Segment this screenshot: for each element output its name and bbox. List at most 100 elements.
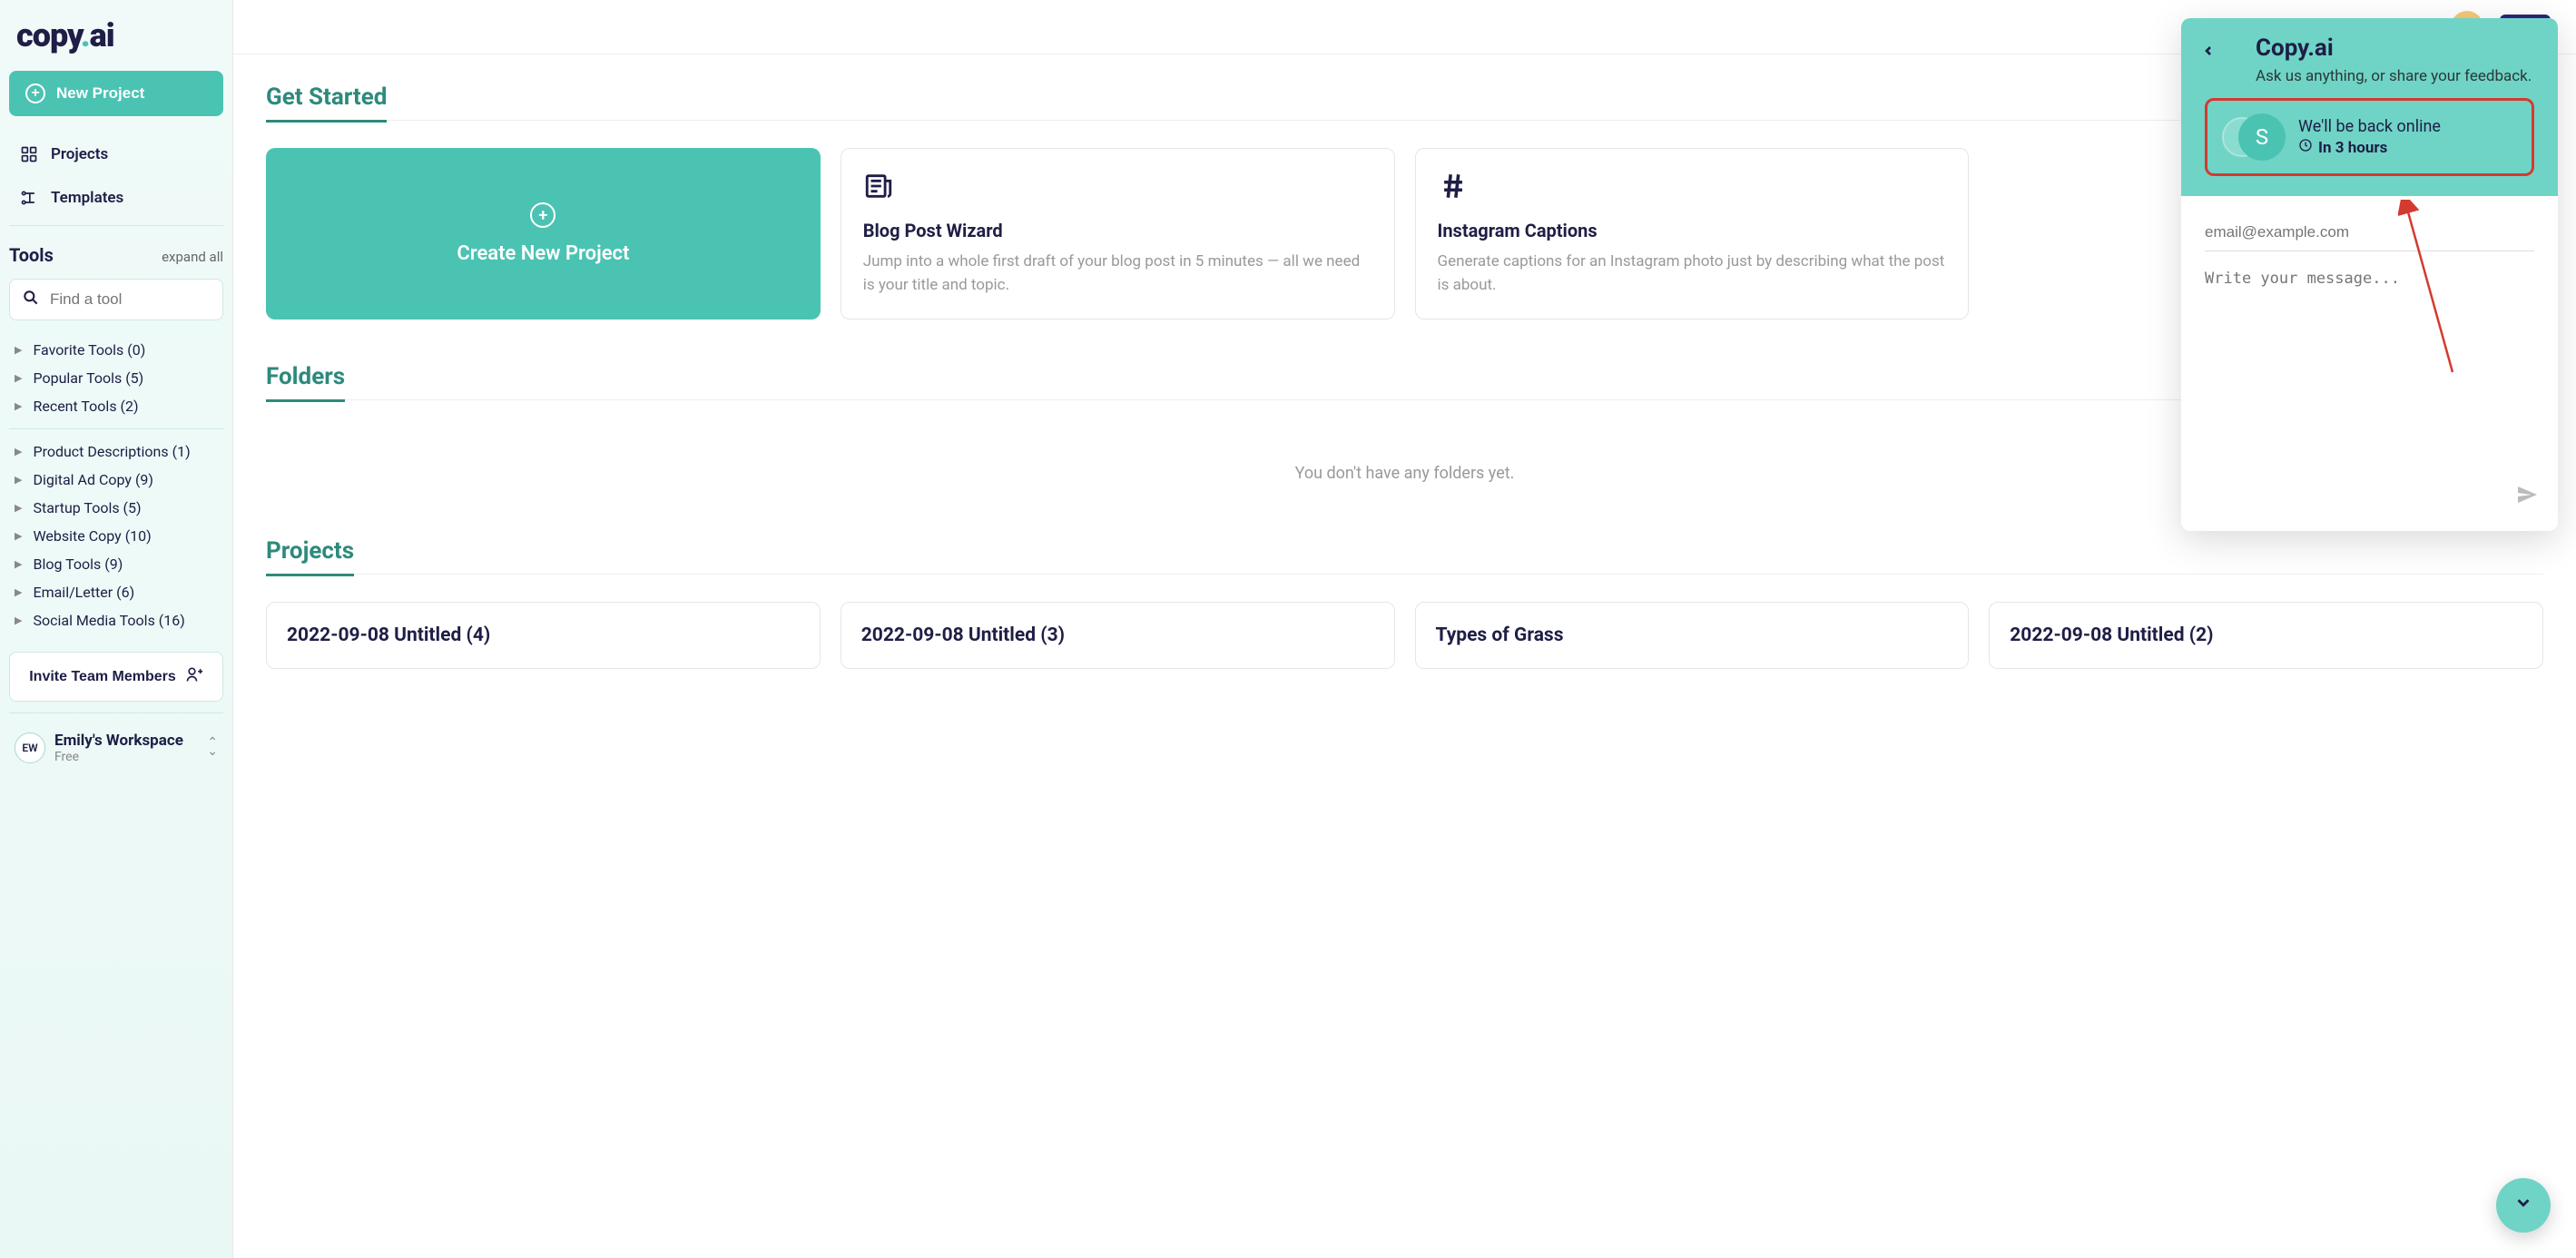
chat-agent-avatar: S <box>2222 113 2282 161</box>
invite-button[interactable]: Invite Team Members <box>9 652 223 702</box>
project-title: 2022-09-08 Untitled (3) <box>861 624 1065 646</box>
chat-fab[interactable] <box>2496 1178 2551 1233</box>
caret-icon: ▶ <box>15 502 22 514</box>
chat-email-input[interactable] <box>2205 214 2534 251</box>
get-started-heading: Get Started <box>266 84 387 123</box>
chat-status-box: S We'll be back online In 3 hours <box>2205 98 2534 176</box>
tool-groups: ▶ Favorite Tools (0) ▶ Popular Tools (5) ▶… <box>9 333 223 423</box>
card-title: Instagram Captions <box>1438 220 1947 241</box>
caret-icon: ▶ <box>15 586 22 598</box>
tool-group-label: Recent Tools (2) <box>33 398 138 415</box>
brand-dot: . <box>81 16 90 54</box>
tool-group-label: Favorite Tools (0) <box>33 341 145 359</box>
chat-message-input[interactable] <box>2205 264 2534 509</box>
tool-cat-blog[interactable]: ▶ Blog Tools (9) <box>9 551 223 577</box>
search-wrap <box>9 279 223 320</box>
tool-cat-ad[interactable]: ▶ Digital Ad Copy (9) <box>9 467 223 493</box>
card-blog-wizard[interactable]: Blog Post Wizard Jump into a whole first… <box>841 148 1395 319</box>
tools-header: Tools expand all <box>9 231 223 271</box>
new-project-label: New Project <box>56 84 144 103</box>
nav-projects[interactable]: Projects <box>9 133 223 176</box>
folders-heading: Folders <box>266 363 345 402</box>
search-icon <box>22 289 40 310</box>
card-title: Blog Post Wizard <box>863 220 1372 241</box>
chat-title: Copy.ai <box>2256 34 2534 62</box>
updown-chevron-icon: ⌃⌄ <box>207 739 218 757</box>
search-input[interactable] <box>9 279 223 320</box>
project-card[interactable]: 2022-09-08 Untitled (3) <box>841 602 1395 669</box>
project-title: Types of Grass <box>1436 624 1564 646</box>
project-card[interactable]: 2022-09-08 Untitled (2) <box>1989 602 2543 669</box>
caret-icon: ▶ <box>15 474 22 486</box>
caret-icon: ▶ <box>15 558 22 570</box>
brand-text-b: ai <box>90 16 114 54</box>
tool-cat-label: Startup Tools (5) <box>33 499 141 516</box>
tool-cat-website[interactable]: ▶ Website Copy (10) <box>9 523 223 549</box>
tool-group-popular[interactable]: ▶ Popular Tools (5) <box>9 365 223 391</box>
chat-status-text: We'll be back online <box>2298 117 2517 136</box>
card-instagram-captions[interactable]: Instagram Captions Generate captions for… <box>1415 148 1970 319</box>
grid-icon <box>20 145 38 163</box>
brand-logo: copy.ai <box>9 16 223 65</box>
invite-label: Invite Team Members <box>29 669 176 685</box>
send-icon[interactable] <box>2516 484 2538 511</box>
expand-all-link[interactable]: expand all <box>162 249 223 265</box>
tool-cat-label: Product Descriptions (1) <box>33 443 190 460</box>
tool-group-label: Popular Tools (5) <box>33 369 143 387</box>
brand-text-a: copy <box>16 16 81 54</box>
caret-icon: ▶ <box>15 614 22 626</box>
tool-cat-email[interactable]: ▶ Email/Letter (6) <box>9 579 223 605</box>
workspace-switcher[interactable]: EW Emily's Workspace Free ⌃⌄ <box>9 719 223 770</box>
tool-cat-label: Email/Letter (6) <box>33 584 134 601</box>
project-card[interactable]: 2022-09-08 Untitled (4) <box>266 602 821 669</box>
chat-agent-initial: S <box>2238 113 2286 161</box>
caret-icon: ▶ <box>15 400 22 412</box>
nav-templates[interactable]: Templates <box>9 176 223 220</box>
tool-cat-label: Website Copy (10) <box>33 527 151 545</box>
plus-circle-icon: + <box>25 84 45 103</box>
project-title: 2022-09-08 Untitled (2) <box>2010 624 2213 646</box>
tool-categories: ▶ Product Descriptions (1) ▶ Digital Ad Co… <box>9 435 223 637</box>
project-card[interactable]: Types of Grass <box>1415 602 1970 669</box>
caret-icon: ▶ <box>15 344 22 356</box>
workspace-avatar: EW <box>15 732 45 763</box>
sidebar: copy.ai + New Project Projects Templates… <box>0 0 233 1258</box>
chat-widget: Copy.ai Ask us anything, or share your f… <box>2181 18 2558 531</box>
section-rule <box>266 574 2543 575</box>
hash-icon <box>1438 171 1947 209</box>
workspace-name: Emily's Workspace <box>54 732 198 750</box>
new-project-button[interactable]: + New Project <box>9 71 223 116</box>
tools-title: Tools <box>9 244 54 266</box>
chat-subtitle: Ask us anything, or share your feedback. <box>2256 67 2534 85</box>
project-title: 2022-09-08 Untitled (4) <box>287 624 490 646</box>
clock-icon <box>2298 138 2313 157</box>
tool-cat-social[interactable]: ▶ Social Media Tools (16) <box>9 607 223 634</box>
create-project-label: Create New Project <box>457 242 629 265</box>
chevron-down-icon <box>2513 1193 2533 1218</box>
divider <box>9 428 223 429</box>
tool-cat-label: Blog Tools (9) <box>33 555 123 573</box>
create-project-card[interactable]: + Create New Project <box>266 148 821 319</box>
tool-group-recent[interactable]: ▶ Recent Tools (2) <box>9 393 223 419</box>
tool-group-favorite[interactable]: ▶ Favorite Tools (0) <box>9 337 223 363</box>
divider <box>9 225 223 226</box>
nav-projects-label: Projects <box>51 145 108 163</box>
caret-icon: ▶ <box>15 446 22 457</box>
chat-header: Copy.ai Ask us anything, or share your f… <box>2181 18 2558 196</box>
caret-icon: ▶ <box>15 372 22 384</box>
tool-cat-label: Digital Ad Copy (9) <box>33 471 153 488</box>
caret-icon: ▶ <box>15 530 22 542</box>
card-desc: Jump into a whole first draft of your bl… <box>863 251 1372 297</box>
chat-body <box>2181 196 2558 531</box>
person-add-icon <box>185 665 203 688</box>
tool-cat-product[interactable]: ▶ Product Descriptions (1) <box>9 438 223 465</box>
nav-templates-label: Templates <box>51 189 123 207</box>
tool-cat-startup[interactable]: ▶ Startup Tools (5) <box>9 495 223 521</box>
plus-circle-icon: + <box>530 202 556 228</box>
workspace-info: Emily's Workspace Free <box>54 732 198 764</box>
tool-cat-label: Social Media Tools (16) <box>33 612 184 629</box>
chat-back-button[interactable] <box>2201 38 2216 64</box>
workspace-plan: Free <box>54 750 198 764</box>
projects-heading: Projects <box>266 537 354 576</box>
chat-status-time: In 3 hours <box>2318 139 2387 157</box>
